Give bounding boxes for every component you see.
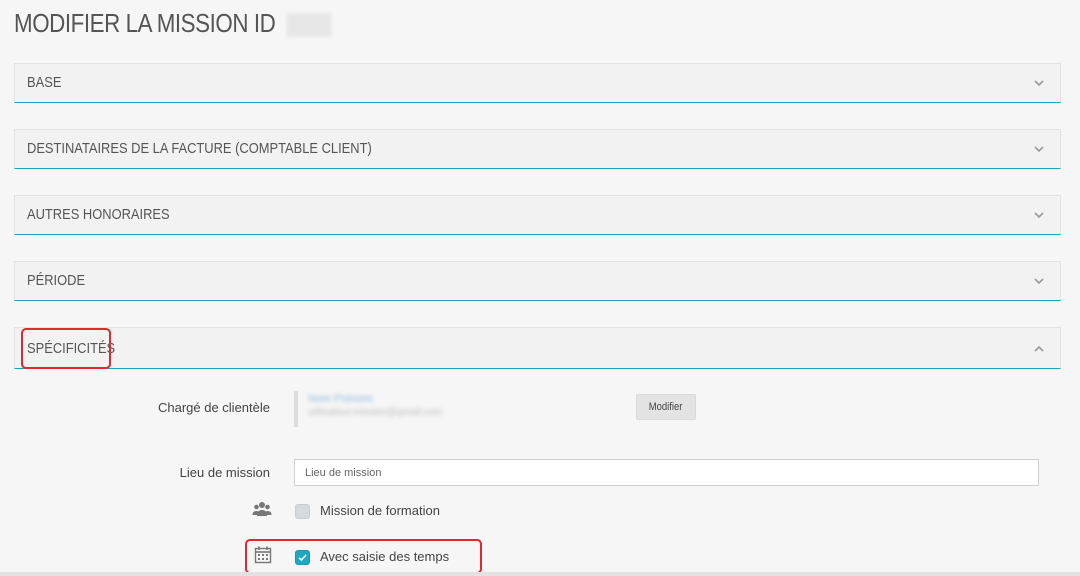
check-icon: [298, 554, 307, 562]
panel-label-specificites: SPÉCIFICITÉS: [27, 340, 116, 357]
modifier-button[interactable]: Modifier: [636, 394, 696, 420]
formation-checkbox[interactable]: [295, 504, 310, 519]
mission-id: [286, 13, 332, 38]
panel-specificites[interactable]: SPÉCIFICITÉS: [14, 327, 1061, 369]
chevron-down-icon: [1034, 146, 1044, 153]
lieu-label: Lieu de mission: [179, 465, 270, 480]
users-icon: [252, 502, 272, 516]
panel-label-base: BASE: [27, 74, 62, 91]
modifier-button-label: Modifier: [649, 401, 683, 413]
panel-periode[interactable]: PÉRIODE: [14, 261, 1061, 301]
manager-card: Nom Prénom utilisateur.mission@gmail.com: [294, 391, 498, 427]
formation-label: Mission de formation: [320, 503, 440, 518]
chevron-down-icon: [1034, 278, 1044, 285]
calendar-icon: [254, 546, 272, 564]
panel-label-periode: PÉRIODE: [27, 272, 86, 289]
saisie-checkbox[interactable]: [295, 550, 310, 565]
chevron-down-icon: [1034, 80, 1044, 87]
chevron-up-icon: [1034, 345, 1044, 352]
panel-autres-honoraires[interactable]: AUTRES HONORAIRES: [14, 195, 1061, 235]
panel-base[interactable]: BASE: [14, 63, 1061, 103]
lieu-input[interactable]: [294, 459, 1039, 486]
panel-label-destinataires: DESTINATAIRES DE LA FACTURE (COMPTABLE C…: [27, 140, 372, 157]
page-title: MODIFIER LA MISSION ID: [14, 8, 332, 39]
bottom-scroll-bar: [0, 572, 1080, 576]
panel-destinataires[interactable]: DESTINATAIRES DE LA FACTURE (COMPTABLE C…: [14, 129, 1061, 169]
page-title-text: MODIFIER LA MISSION ID: [14, 8, 276, 38]
manager-name[interactable]: Nom Prénom: [308, 393, 373, 405]
chevron-down-icon: [1034, 212, 1044, 219]
panel-label-autres-honoraires: AUTRES HONORAIRES: [27, 206, 170, 223]
charge-label: Chargé de clientèle: [157, 400, 270, 415]
saisie-label: Avec saisie des temps: [320, 549, 450, 564]
manager-email: utilisateur.mission@gmail.com: [308, 407, 443, 418]
